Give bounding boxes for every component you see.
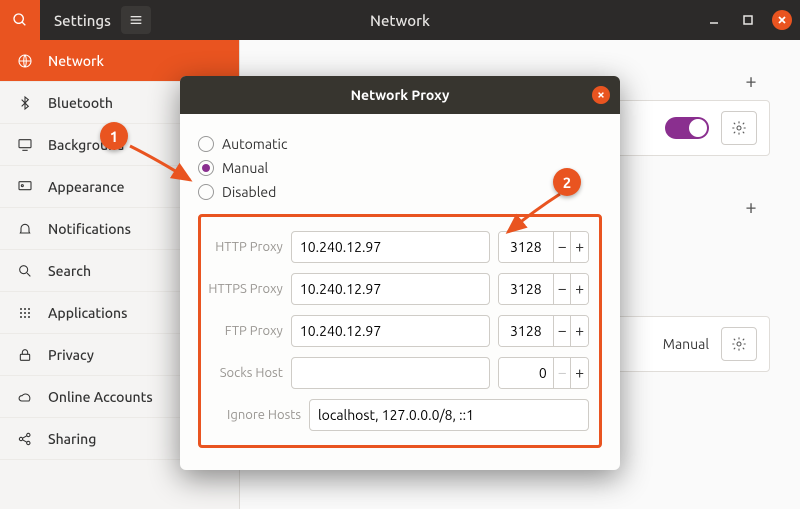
port-increment-button[interactable]: +: [570, 358, 588, 388]
dialog-close-button[interactable]: [592, 86, 610, 104]
network-proxy-dialog: Network Proxy Automatic Manual Disabled …: [180, 76, 620, 470]
proxy-mode-manual[interactable]: Manual: [198, 156, 602, 180]
port-increment-button[interactable]: +: [570, 316, 588, 346]
bell-icon: [16, 221, 34, 237]
socks-host-label: Socks Host: [205, 366, 283, 380]
sidebar-item-label: Network: [48, 53, 104, 69]
desktop-icon: [16, 137, 34, 153]
share-icon: [16, 431, 34, 447]
annotation-arrow-2: [500, 190, 570, 240]
ftp-proxy-label: FTP Proxy: [205, 324, 283, 338]
add-wired-button[interactable]: +: [736, 65, 766, 95]
sidebar-item-label: Appearance: [48, 179, 125, 195]
port-increment-button[interactable]: +: [570, 274, 588, 304]
sidebar-item-label: Privacy: [48, 347, 94, 363]
dialog-title: Network Proxy: [351, 87, 450, 103]
port-decrement-button[interactable]: −: [553, 358, 571, 388]
globe-icon: [16, 53, 34, 69]
window-titlebar: Settings Network: [0, 0, 800, 40]
http-proxy-host-input[interactable]: [291, 231, 490, 263]
https-proxy-label: HTTPS Proxy: [205, 282, 283, 296]
page-title: Network: [370, 12, 430, 29]
close-button[interactable]: [772, 10, 792, 30]
dialog-titlebar: Network Proxy: [180, 76, 620, 114]
socks-port-input[interactable]: [499, 358, 553, 388]
sidebar-item-label: Notifications: [48, 221, 131, 237]
proxy-mode-automatic[interactable]: Automatic: [198, 132, 602, 156]
sidebar-item-label: Sharing: [48, 431, 96, 447]
proxy-settings-button[interactable]: [721, 327, 757, 361]
http-proxy-label: HTTP Proxy: [205, 240, 283, 254]
annotation-arrow-1: [128, 140, 208, 190]
annotation-callout-2: 2: [553, 168, 581, 196]
ftp-proxy-port-input[interactable]: [499, 316, 553, 346]
appearance-icon: [16, 179, 34, 195]
radio-label: Disabled: [222, 184, 276, 200]
annotation-callout-1: 1: [100, 122, 128, 150]
sidebar-item-label: Search: [48, 263, 91, 279]
lock-icon: [16, 347, 34, 363]
port-decrement-button[interactable]: −: [553, 274, 571, 304]
add-vpn-button[interactable]: +: [736, 191, 766, 221]
search-icon: [16, 263, 34, 279]
grid-icon: [16, 305, 34, 321]
port-increment-button[interactable]: +: [570, 232, 588, 262]
ignore-hosts-label: Ignore Hosts: [205, 408, 301, 422]
search-button[interactable]: [0, 0, 40, 40]
port-decrement-button[interactable]: −: [553, 316, 571, 346]
sidebar-item-label: Online Accounts: [48, 389, 153, 405]
socks-host-input[interactable]: [291, 357, 490, 389]
proxy-form-highlight: HTTP Proxy − + HTTPS Proxy − + FTP Proxy: [198, 214, 602, 448]
ftp-proxy-host-input[interactable]: [291, 315, 490, 347]
minimize-button[interactable]: [704, 10, 724, 30]
https-proxy-host-input[interactable]: [291, 273, 490, 305]
https-proxy-port-input[interactable]: [499, 274, 553, 304]
hamburger-button[interactable]: [121, 6, 151, 34]
ignore-hosts-input[interactable]: [309, 399, 589, 431]
maximize-button[interactable]: [738, 10, 758, 30]
radio-label: Automatic: [222, 136, 287, 152]
proxy-mode-value: Manual: [663, 336, 709, 352]
wired-settings-button[interactable]: [721, 111, 757, 145]
radio-label: Manual: [222, 160, 268, 176]
sidebar-item-label: Applications: [48, 305, 127, 321]
app-title: Settings: [54, 12, 111, 29]
cloud-icon: [16, 389, 34, 405]
bluetooth-icon: [16, 95, 34, 111]
sidebar-item-label: Bluetooth: [48, 95, 113, 111]
wired-toggle[interactable]: [665, 117, 709, 139]
